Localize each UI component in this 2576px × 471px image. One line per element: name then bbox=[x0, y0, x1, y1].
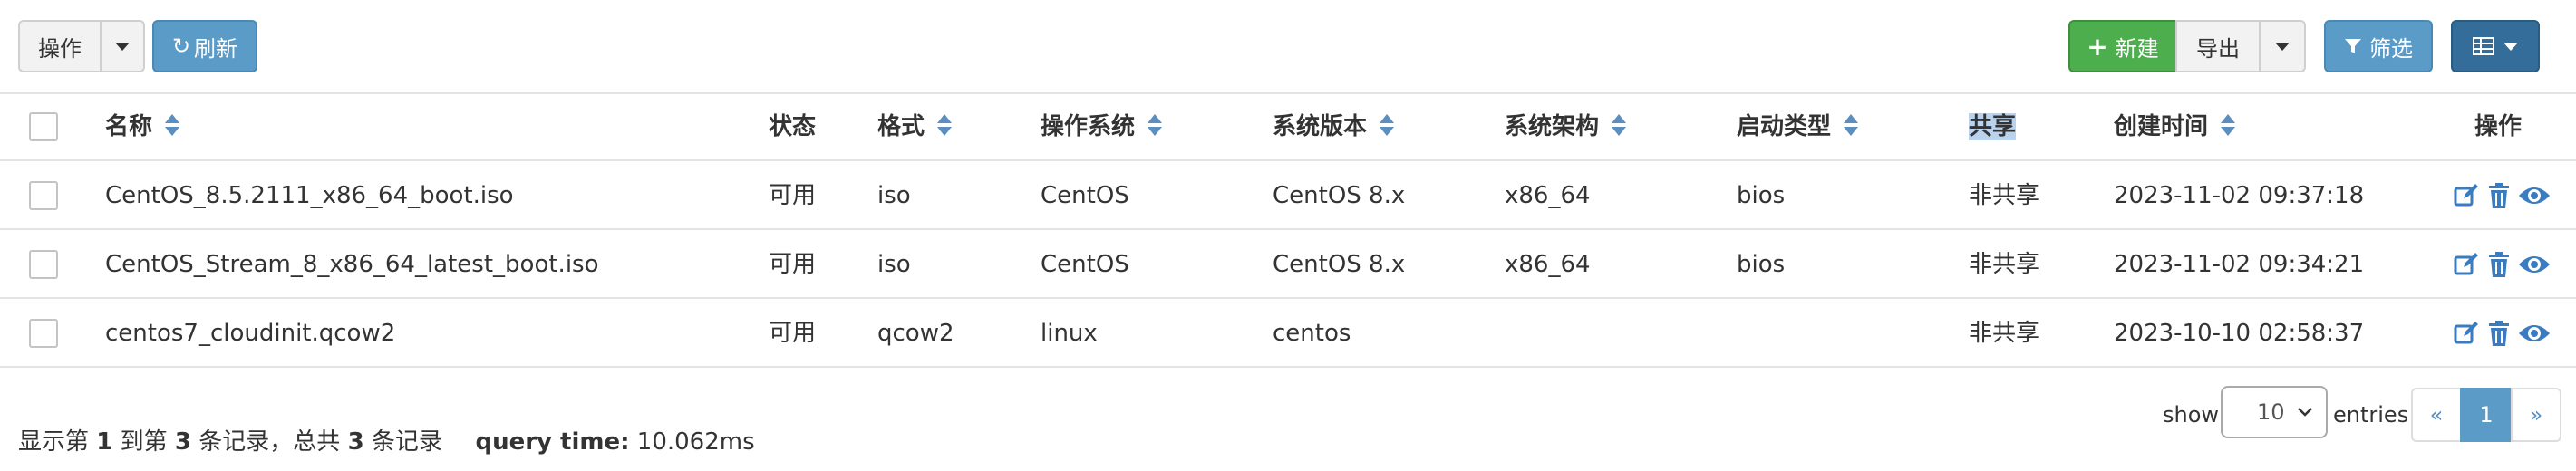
row-actions bbox=[2453, 315, 2551, 351]
eye-icon[interactable] bbox=[2518, 320, 2551, 347]
cell-os: linux bbox=[1041, 320, 1098, 347]
new-label: 新建 bbox=[2115, 35, 2159, 62]
filter-button[interactable]: 筛选 bbox=[2324, 20, 2433, 72]
trash-icon[interactable] bbox=[2487, 182, 2511, 209]
export-label: 导出 bbox=[2196, 35, 2240, 62]
row-divider bbox=[0, 366, 2576, 368]
edit-icon[interactable] bbox=[2453, 251, 2480, 278]
column-header-status: 状态 bbox=[769, 113, 817, 140]
cell-created: 2023-10-10 02:58:37 bbox=[2114, 320, 2365, 347]
query-time-label: query time: bbox=[475, 428, 630, 456]
cell-arch: x86_64 bbox=[1505, 182, 1591, 209]
sort-icon bbox=[1148, 113, 1163, 136]
cell-share: 非共享 bbox=[1969, 251, 2040, 278]
entries-label: entries bbox=[2333, 402, 2409, 428]
table-top-border bbox=[0, 92, 2576, 94]
column-header-format[interactable]: 格式 bbox=[877, 107, 953, 147]
query-time-value: 10.062ms bbox=[636, 428, 755, 456]
refresh-icon: ↻ bbox=[171, 34, 191, 59]
trash-icon[interactable] bbox=[2487, 320, 2511, 347]
column-header-share: 共享 bbox=[1969, 113, 2017, 140]
row-actions bbox=[2453, 178, 2551, 214]
sort-icon bbox=[1844, 113, 1859, 136]
action-button[interactable]: 操作 bbox=[18, 20, 102, 72]
cell-status: 可用 bbox=[769, 251, 817, 278]
row-checkbox[interactable] bbox=[29, 319, 58, 348]
sort-icon bbox=[2221, 113, 2236, 136]
cell-os: CentOS bbox=[1041, 182, 1129, 209]
cell-format: qcow2 bbox=[877, 320, 954, 347]
cell-boot-type: bios bbox=[1737, 182, 1786, 209]
export-dropdown-toggle[interactable] bbox=[2259, 20, 2306, 72]
action-dropdown-toggle[interactable] bbox=[100, 20, 145, 72]
cell-status: 可用 bbox=[769, 182, 817, 209]
cell-name: centos7_cloudinit.qcow2 bbox=[105, 320, 396, 347]
table-icon bbox=[2473, 37, 2494, 55]
eye-icon[interactable] bbox=[2518, 251, 2551, 278]
cell-os: CentOS bbox=[1041, 251, 1129, 278]
chevron-down-icon bbox=[2503, 42, 2518, 51]
chevron-down-icon bbox=[2298, 408, 2312, 417]
edit-icon[interactable] bbox=[2453, 320, 2480, 347]
filter-label: 筛选 bbox=[2369, 35, 2413, 62]
cell-version: centos bbox=[1273, 320, 1351, 347]
cell-share: 非共享 bbox=[1969, 182, 2040, 209]
column-header-actions: 操作 bbox=[2474, 113, 2523, 140]
page-size-label: show bbox=[2163, 402, 2220, 428]
sort-icon bbox=[165, 113, 180, 136]
refresh-button[interactable]: ↻ 刷新 bbox=[152, 20, 257, 72]
chevron-down-icon bbox=[115, 42, 130, 51]
cell-boot-type: bios bbox=[1737, 251, 1786, 278]
cell-status: 可用 bbox=[769, 320, 817, 347]
eye-icon[interactable] bbox=[2518, 182, 2551, 209]
cell-format: iso bbox=[877, 251, 911, 278]
cell-version: CentOS 8.x bbox=[1273, 251, 1406, 278]
trash-icon[interactable] bbox=[2487, 251, 2511, 278]
row-actions bbox=[2453, 246, 2551, 283]
cell-arch: x86_64 bbox=[1505, 251, 1591, 278]
sort-icon bbox=[1612, 113, 1627, 136]
cell-created: 2023-11-02 09:37:18 bbox=[2114, 182, 2365, 209]
export-button[interactable]: 导出 bbox=[2175, 20, 2261, 72]
page-size-select[interactable]: 10 bbox=[2221, 386, 2328, 438]
cell-created: 2023-11-02 09:34:21 bbox=[2114, 251, 2365, 278]
cell-name: CentOS_8.5.2111_x86_64_boot.iso bbox=[105, 182, 514, 209]
row-divider bbox=[0, 297, 2576, 299]
refresh-label: 刷新 bbox=[194, 35, 238, 62]
sort-icon bbox=[1380, 113, 1395, 136]
pagination-summary: 显示第 1 到第 3 条记录，总共 3 条记录 query time: 10.0… bbox=[18, 428, 755, 456]
new-button[interactable]: + 新建 bbox=[2068, 20, 2177, 72]
column-header-version[interactable]: 系统版本 bbox=[1273, 107, 1395, 147]
select-all-checkbox[interactable] bbox=[29, 112, 58, 141]
row-divider bbox=[0, 228, 2576, 230]
column-header-arch[interactable]: 系统架构 bbox=[1505, 107, 1627, 147]
row-checkbox[interactable] bbox=[29, 250, 58, 279]
filter-icon bbox=[2345, 39, 2361, 53]
plus-icon: + bbox=[2087, 31, 2108, 62]
columns-button[interactable] bbox=[2451, 20, 2540, 72]
column-header-boot-type[interactable]: 启动类型 bbox=[1737, 107, 1859, 147]
page-size-value: 10 bbox=[2257, 399, 2285, 425]
cell-name: CentOS_Stream_8_x86_64_latest_boot.iso bbox=[105, 251, 599, 278]
page-1-button[interactable]: 1 bbox=[2460, 388, 2513, 442]
header-bottom-border bbox=[0, 159, 2576, 161]
cell-share: 非共享 bbox=[1969, 320, 2040, 347]
sort-icon bbox=[937, 113, 953, 136]
action-label: 操作 bbox=[38, 35, 82, 62]
column-header-os[interactable]: 操作系统 bbox=[1041, 107, 1163, 147]
edit-icon[interactable] bbox=[2453, 182, 2480, 209]
prev-page-button[interactable]: « bbox=[2411, 388, 2462, 442]
row-checkbox[interactable] bbox=[29, 181, 58, 210]
cell-format: iso bbox=[877, 182, 911, 209]
column-header-created[interactable]: 创建时间 bbox=[2114, 107, 2236, 147]
chevron-down-icon bbox=[2275, 42, 2290, 51]
cell-version: CentOS 8.x bbox=[1273, 182, 1406, 209]
column-header-name[interactable]: 名称 bbox=[105, 107, 180, 147]
next-page-button[interactable]: » bbox=[2511, 388, 2561, 442]
